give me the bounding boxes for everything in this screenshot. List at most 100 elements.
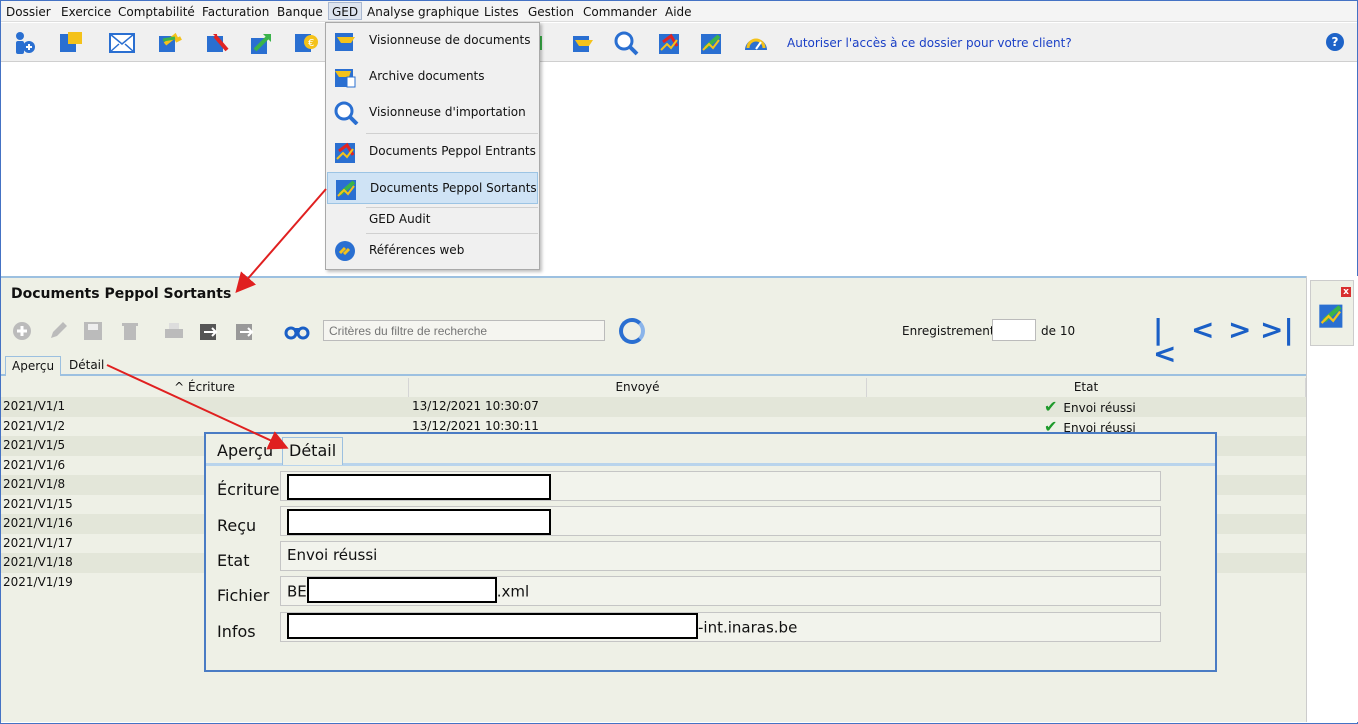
cell-envoye: 13/12/2021 10:30:07	[412, 399, 539, 413]
detail-tabs: Aperçu Détail	[206, 434, 1215, 466]
menu-listes[interactable]: Listes	[484, 3, 519, 21]
panel-tabs: Aperçu Détail	[1, 354, 1306, 376]
peppol-in-icon[interactable]	[657, 30, 683, 56]
field-etat[interactable]: Envoi réussi	[280, 541, 1161, 571]
side-panel: x	[1306, 276, 1358, 722]
column-header-envoye[interactable]: Envoyé	[409, 378, 867, 397]
menu-aide[interactable]: Aide	[665, 3, 692, 21]
panel-title: Documents Peppol Sortants	[11, 286, 232, 302]
web-link-icon	[333, 239, 359, 263]
menu-item-peppol-entrants[interactable]: Documents Peppol Entrants	[327, 136, 538, 168]
menu-item-label: Visionneuse d'importation	[369, 105, 526, 119]
menu-gestion[interactable]: Gestion	[528, 3, 574, 21]
menu-item-label: Documents Peppol Sortants	[370, 181, 537, 195]
tab-detail[interactable]: Détail	[282, 437, 344, 465]
cell-ecriture: 2021/V1/17	[3, 535, 73, 550]
peppol-out-icon[interactable]	[699, 30, 725, 56]
binoculars-icon[interactable]	[284, 322, 310, 344]
field-label-infos: Infos	[217, 622, 256, 641]
cell-ecriture: 2021/V1/5	[3, 438, 66, 452]
first-record-icon[interactable]: |<	[1153, 316, 1181, 368]
field-label-fichier: Fichier	[217, 586, 270, 605]
import-icon[interactable]	[205, 30, 231, 56]
edit-icon[interactable]	[47, 320, 69, 342]
send-icon[interactable]	[198, 320, 220, 342]
tab-detail[interactable]: Détail	[63, 356, 110, 376]
add-dossier-icon[interactable]	[11, 30, 37, 56]
menu-dossier[interactable]: Dossier	[6, 3, 51, 21]
close-icon[interactable]: x	[1341, 287, 1351, 297]
cell-ecriture: 2021/V1/16	[3, 516, 73, 530]
speedometer-icon[interactable]	[743, 30, 769, 56]
cell-ecriture: 2021/V1/2	[3, 418, 66, 433]
main-toolbar: € Autoriser l'accès à ce dossier pour vo…	[1, 23, 1357, 62]
money-icon[interactable]: €	[293, 30, 319, 56]
menu-item-references-web[interactable]: Références web	[327, 235, 538, 267]
status-text: Envoi réussi	[1063, 401, 1136, 415]
menu-item-label: Archive documents	[369, 69, 485, 83]
menu-separator	[366, 233, 538, 234]
menu-facturation[interactable]: Facturation	[202, 3, 269, 21]
peppol-incoming-icon	[333, 140, 359, 164]
field-label-recu: Reçu	[217, 516, 257, 535]
menu-exercice[interactable]: Exercice	[61, 3, 111, 21]
menu-item-visionneuse-documents[interactable]: Visionneuse de documents	[327, 25, 538, 57]
export-icon[interactable]	[249, 30, 275, 56]
tab-apercu[interactable]: Aperçu	[217, 441, 273, 460]
refresh-icon[interactable]	[619, 318, 645, 344]
transfer-icon[interactable]	[157, 30, 183, 56]
menu-analyse-graphique[interactable]: Analyse graphique	[367, 3, 479, 21]
table-row[interactable]: 2021/V1/1 13/12/2021 10:30:07 ✔ Envoi réuss…	[1, 397, 1306, 417]
field-label-etat: Etat	[217, 551, 250, 570]
ged-viewer-icon[interactable]	[571, 30, 597, 56]
last-record-icon[interactable]: >|	[1260, 316, 1294, 344]
field-recu[interactable]	[280, 506, 1161, 536]
menu-separator	[366, 133, 538, 134]
panel-toolbar: Enregistrement de 10 |< < > >|	[1, 314, 1306, 368]
menu-ged[interactable]: GED	[328, 2, 363, 20]
menu-item-archive-documents[interactable]: Archive documents	[327, 61, 538, 93]
redacted-box	[306, 577, 497, 603]
menu-item-visionneuse-importation[interactable]: Visionneuse d'importation	[327, 97, 538, 129]
menu-banque[interactable]: Banque	[277, 3, 323, 21]
print-icon[interactable]	[163, 320, 185, 342]
field-fichier[interactable]: BE .xml	[280, 576, 1161, 606]
help-icon[interactable]: ?	[1326, 33, 1344, 51]
delete-icon[interactable]	[119, 320, 141, 342]
document-viewer-icon	[333, 29, 359, 53]
search-import-icon[interactable]	[613, 30, 639, 56]
redacted-box	[287, 474, 551, 500]
mail-icon[interactable]	[109, 30, 135, 56]
authorize-client-link[interactable]: Autoriser l'accès à ce dossier pour votr…	[787, 36, 1072, 50]
column-header-ecriture[interactable]: ^ Écriture	[1, 378, 409, 397]
record-total: de 10	[1041, 324, 1076, 338]
column-header-etat[interactable]: Etat	[867, 378, 1306, 397]
menu-comptabilite[interactable]: Comptabilité	[118, 3, 195, 21]
next-record-icon[interactable]: >	[1228, 316, 1256, 344]
cell-etat: ✔ Envoi réussi	[1044, 397, 1136, 418]
menu-item-label: Références web	[369, 243, 465, 257]
add-icon[interactable]	[11, 320, 33, 342]
menu-item-ged-audit[interactable]: GED Audit	[327, 204, 538, 236]
cell-ecriture: 2021/V1/6	[3, 457, 66, 472]
menu-bar: Dossier Exercice Comptabilité Facturatio…	[1, 1, 1357, 22]
field-ecriture[interactable]	[280, 471, 1161, 501]
detail-zoom-callout: Aperçu Détail Écriture Reçu Etat Envoi r…	[204, 432, 1217, 672]
cell-ecriture: 2021/V1/18	[3, 555, 73, 569]
previous-record-icon[interactable]: <	[1191, 316, 1219, 344]
field-infos[interactable]: -int.inaras.be	[280, 612, 1161, 642]
menu-commander[interactable]: Commander	[583, 3, 657, 21]
save-icon[interactable]	[82, 320, 104, 342]
cell-ecriture: 2021/V1/1	[3, 399, 66, 413]
tab-apercu[interactable]: Aperçu	[5, 356, 62, 376]
sort-ascending-icon: ^	[174, 380, 189, 394]
search-filter-input[interactable]	[323, 320, 605, 341]
dossier-icon[interactable]	[58, 30, 84, 56]
forward-icon[interactable]	[234, 320, 256, 342]
peppol-outgoing-icon	[1319, 304, 1343, 328]
side-tab-peppol[interactable]: x	[1310, 280, 1354, 346]
cell-ecriture: 2021/V1/19	[3, 574, 73, 589]
record-number-input[interactable]	[992, 319, 1036, 341]
menu-item-peppol-sortants[interactable]: Documents Peppol Sortants	[327, 172, 538, 204]
record-label: Enregistrement	[902, 324, 995, 338]
